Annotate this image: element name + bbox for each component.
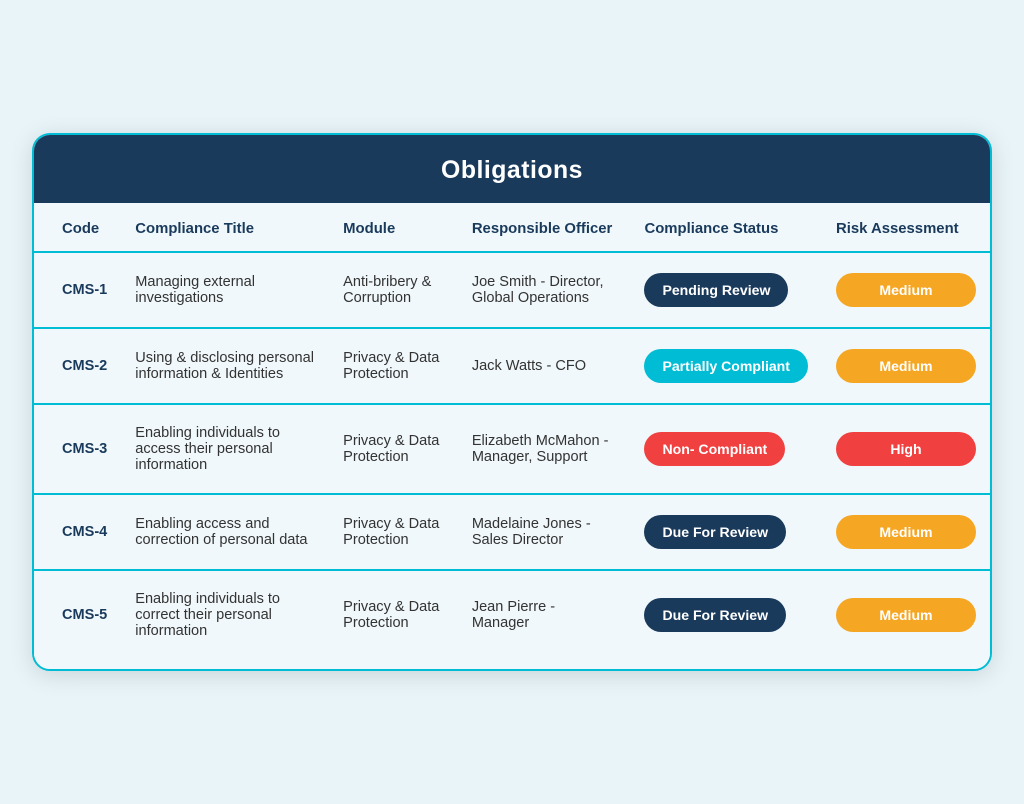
risk-badge-3: Medium <box>836 515 976 549</box>
cell-risk-2: High <box>822 404 990 494</box>
cell-risk-4: Medium <box>822 570 990 659</box>
risk-badge-1: Medium <box>836 349 976 383</box>
table-row: CMS-5 Enabling individuals to correct th… <box>34 570 990 659</box>
cell-officer-4: Jean Pierre - Manager <box>458 570 631 659</box>
cell-code-1: CMS-2 <box>34 328 121 404</box>
col-header-compliance-title: Compliance Title <box>121 203 329 252</box>
obligations-card: Obligations Code Compliance Title Module… <box>32 133 992 671</box>
cell-module-2: Privacy & Data Protection <box>329 404 458 494</box>
table-container: Code Compliance Title Module Responsible… <box>34 203 990 669</box>
table-header-row: Code Compliance Title Module Responsible… <box>34 203 990 252</box>
cell-risk-0: Medium <box>822 252 990 328</box>
col-header-responsible-officer: Responsible Officer <box>458 203 631 252</box>
table-row: CMS-4 Enabling access and correction of … <box>34 494 990 570</box>
col-header-code: Code <box>34 203 121 252</box>
cell-compliance-title-3: Enabling access and correction of person… <box>121 494 329 570</box>
cell-status-3: Due For Review <box>630 494 822 570</box>
status-badge-2: Non- Compliant <box>644 432 785 466</box>
table-row: CMS-1 Managing external investigations A… <box>34 252 990 328</box>
cell-officer-3: Madelaine Jones - Sales Director <box>458 494 631 570</box>
cell-officer-1: Jack Watts - CFO <box>458 328 631 404</box>
page-title: Obligations <box>34 157 990 185</box>
table-row: CMS-2 Using & disclosing personal inform… <box>34 328 990 404</box>
status-badge-1: Partially Compliant <box>644 349 808 383</box>
cell-risk-1: Medium <box>822 328 990 404</box>
risk-badge-0: Medium <box>836 273 976 307</box>
status-badge-0: Pending Review <box>644 273 788 307</box>
cell-code-3: CMS-4 <box>34 494 121 570</box>
table-row: CMS-3 Enabling individuals to access the… <box>34 404 990 494</box>
col-header-risk-assessment: Risk Assessment <box>822 203 990 252</box>
cell-compliance-title-1: Using & disclosing personal information … <box>121 328 329 404</box>
cell-status-4: Due For Review <box>630 570 822 659</box>
risk-badge-2: High <box>836 432 976 466</box>
cell-status-0: Pending Review <box>630 252 822 328</box>
cell-module-4: Privacy & Data Protection <box>329 570 458 659</box>
cell-status-2: Non- Compliant <box>630 404 822 494</box>
cell-module-3: Privacy & Data Protection <box>329 494 458 570</box>
col-header-module: Module <box>329 203 458 252</box>
cell-officer-2: Elizabeth McMahon - Manager, Support <box>458 404 631 494</box>
cell-risk-3: Medium <box>822 494 990 570</box>
cell-module-0: Anti-bribery & Corruption <box>329 252 458 328</box>
cell-status-1: Partially Compliant <box>630 328 822 404</box>
cell-compliance-title-4: Enabling individuals to correct their pe… <box>121 570 329 659</box>
cell-officer-0: Joe Smith - Director, Global Operations <box>458 252 631 328</box>
cell-code-4: CMS-5 <box>34 570 121 659</box>
cell-compliance-title-0: Managing external investigations <box>121 252 329 328</box>
cell-compliance-title-2: Enabling individuals to access their per… <box>121 404 329 494</box>
cell-module-1: Privacy & Data Protection <box>329 328 458 404</box>
status-badge-4: Due For Review <box>644 598 786 632</box>
risk-badge-4: Medium <box>836 598 976 632</box>
card-header: Obligations <box>34 135 990 203</box>
obligations-table: Code Compliance Title Module Responsible… <box>34 203 990 659</box>
cell-code-0: CMS-1 <box>34 252 121 328</box>
cell-code-2: CMS-3 <box>34 404 121 494</box>
col-header-compliance-status: Compliance Status <box>630 203 822 252</box>
status-badge-3: Due For Review <box>644 515 786 549</box>
